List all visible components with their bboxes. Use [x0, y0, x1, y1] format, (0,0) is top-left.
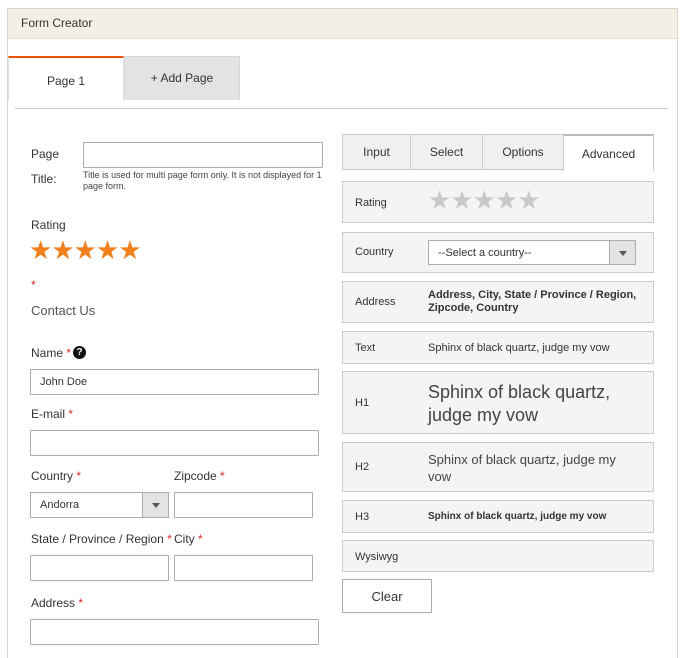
- advanced-country-select[interactable]: --Select a country--: [428, 240, 636, 265]
- rating-stars-preview: ★★★★★: [428, 186, 541, 216]
- advanced-h1-value: Sphinx of black quartz, judge my vow: [428, 382, 611, 425]
- advanced-h3-label: H3: [355, 511, 370, 523]
- tabs-divider: [15, 108, 668, 109]
- advanced-item-text[interactable]: Text Sphinx of black quartz, judge my vo…: [342, 331, 654, 364]
- advanced-country-label: Country: [355, 246, 394, 258]
- advanced-country-placeholder: --Select a country--: [438, 247, 532, 259]
- country-select-value: Andorra: [40, 499, 80, 511]
- email-label-text: E-mail: [31, 407, 66, 421]
- chevron-down-icon[interactable]: [609, 241, 635, 264]
- country-label: Country *: [31, 469, 81, 483]
- tab-input[interactable]: Input: [342, 134, 411, 170]
- name-label-text: Name: [31, 346, 64, 360]
- add-page-tab[interactable]: + Add Page: [124, 56, 240, 100]
- tab-select[interactable]: Select: [410, 134, 483, 170]
- rating-label: Rating: [31, 218, 66, 232]
- advanced-item-wysiwyg[interactable]: Wysiwyg: [342, 540, 654, 572]
- advanced-item-h1[interactable]: H1 Sphinx of black quartz, judge my vow: [342, 371, 654, 434]
- clear-button[interactable]: Clear: [342, 579, 432, 613]
- advanced-item-address[interactable]: Address Address, City, State / Province …: [342, 281, 654, 323]
- zipcode-label: Zipcode *: [174, 469, 225, 483]
- advanced-item-rating[interactable]: Rating ★★★★★: [342, 181, 654, 223]
- email-input[interactable]: [30, 430, 319, 456]
- advanced-address-value: Address, City, State / Province / Region…: [428, 289, 637, 314]
- tab-options[interactable]: Options: [482, 134, 564, 170]
- address-label: Address *: [31, 596, 83, 610]
- advanced-h2-value: Sphinx of black quartz, judge my vow: [428, 452, 616, 484]
- email-label: E-mail *: [31, 407, 73, 421]
- name-required-mark: *: [66, 346, 72, 360]
- city-label-text: City: [174, 532, 195, 546]
- zipcode-label-text: Zipcode: [174, 469, 217, 483]
- address-input[interactable]: [30, 619, 319, 645]
- country-select[interactable]: Andorra: [30, 492, 169, 518]
- page-title-note: Title is used for multi page form only. …: [83, 170, 322, 191]
- state-label-text: State / Province / Region: [31, 532, 164, 546]
- city-required-mark: *: [198, 532, 203, 546]
- advanced-text-value: Sphinx of black quartz, judge my vow: [428, 342, 610, 354]
- advanced-address-label: Address: [355, 296, 396, 308]
- zipcode-required-mark: *: [220, 469, 225, 483]
- contact-heading: Contact Us: [31, 303, 96, 318]
- window-title: Form Creator: [8, 9, 677, 39]
- state-input[interactable]: [30, 555, 169, 581]
- page-title-label-line1: Page: [31, 147, 60, 161]
- advanced-h1-label: H1: [355, 397, 370, 409]
- advanced-item-country[interactable]: Country --Select a country--: [342, 232, 654, 273]
- state-label: State / Province / Region *: [31, 532, 172, 546]
- rating-stars[interactable]: ★★★★★: [29, 238, 142, 264]
- page-title-input[interactable]: [83, 142, 323, 168]
- tab-advanced[interactable]: Advanced: [563, 134, 654, 171]
- advanced-wysiwyg-label: Wysiwyg: [355, 551, 399, 563]
- address-required-mark: *: [78, 596, 84, 610]
- state-required-mark: *: [167, 532, 172, 546]
- advanced-item-h2[interactable]: H2 Sphinx of black quartz, judge my vow: [342, 442, 654, 492]
- zipcode-input[interactable]: [174, 492, 313, 518]
- advanced-h2-label: H2: [355, 461, 370, 473]
- city-label: City *: [174, 532, 203, 546]
- address-label-text: Address: [31, 596, 76, 610]
- advanced-item-h3[interactable]: H3 Sphinx of black quartz, judge my vow: [342, 500, 654, 533]
- email-required-mark: *: [68, 407, 74, 421]
- city-input[interactable]: [174, 555, 313, 581]
- name-input[interactable]: [30, 369, 319, 395]
- tab-page-1[interactable]: Page 1: [8, 56, 124, 101]
- advanced-text-label: Text: [355, 342, 376, 354]
- advanced-h3-value: Sphinx of black quartz, judge my vow: [428, 511, 607, 522]
- name-label: Name *: [31, 346, 71, 360]
- country-required-mark: *: [76, 469, 82, 483]
- help-icon[interactable]: ?: [73, 346, 86, 359]
- country-label-text: Country: [31, 469, 74, 483]
- advanced-rating-label: Rating: [355, 197, 387, 209]
- page-title-label-line2: Title:: [31, 172, 57, 186]
- rating-required-mark: *: [31, 278, 36, 292]
- element-tabs: Input Select Options Advanced: [342, 134, 654, 171]
- chevron-down-icon[interactable]: [142, 493, 168, 517]
